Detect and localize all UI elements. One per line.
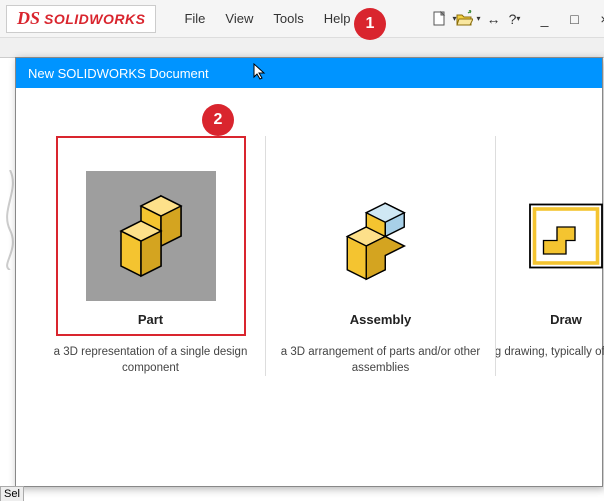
minimize-button[interactable]: _ bbox=[530, 7, 558, 31]
option-drawing[interactable]: Draw a 2D engineering drawing, typically… bbox=[496, 136, 604, 376]
option-part[interactable]: Part a 3D representation of a single des… bbox=[36, 136, 266, 376]
option-part-desc: a 3D representation of a single design c… bbox=[48, 345, 253, 376]
selection-tab[interactable]: Sel bbox=[0, 486, 24, 501]
option-drawing-title: Draw bbox=[550, 312, 582, 327]
option-part-title: Part bbox=[138, 312, 163, 327]
tutorial-callout-1: 1 bbox=[354, 8, 386, 40]
logo-brand-text: SOLIDWORKS bbox=[44, 11, 145, 27]
toolbar: ▾ ▾ ↔ bbox=[430, 9, 500, 29]
close-button[interactable]: × bbox=[590, 7, 604, 31]
menu-view[interactable]: View bbox=[215, 7, 263, 30]
help-button[interactable]: ?▾ bbox=[500, 7, 528, 31]
menu-tools[interactable]: Tools bbox=[263, 7, 313, 30]
assembly-icon bbox=[333, 189, 428, 284]
ribbon-spacer bbox=[0, 38, 604, 58]
option-assembly-desc: a 3D arrangement of parts and/or other a… bbox=[278, 345, 483, 376]
new-document-dialog: New SOLIDWORKS Document Part a 3D repres bbox=[15, 57, 603, 487]
menu-file[interactable]: File bbox=[174, 7, 215, 30]
window-controls: ?▾ _ □ × bbox=[500, 7, 604, 31]
dialog-title: New SOLIDWORKS Document bbox=[28, 66, 209, 81]
drawing-icon bbox=[521, 191, 604, 281]
dialog-body: Part a 3D representation of a single des… bbox=[16, 88, 602, 396]
cursor-icon bbox=[252, 62, 270, 80]
option-drawing-desc: a 2D engineering drawing, typically of a… bbox=[496, 345, 604, 361]
app-logo: DS SOLIDWORKS bbox=[6, 5, 156, 33]
part-icon-bg bbox=[86, 171, 216, 301]
option-assembly[interactable]: Assembly a 3D arrangement of parts and/o… bbox=[266, 136, 496, 376]
maximize-button[interactable]: □ bbox=[560, 7, 588, 31]
option-drawing-frame bbox=[516, 136, 604, 336]
app-header: DS SOLIDWORKS File View Tools Help ▾ ▾ ↔… bbox=[0, 0, 604, 38]
menu-bar: File View Tools Help bbox=[174, 7, 360, 30]
option-part-frame bbox=[56, 136, 246, 336]
new-document-button[interactable]: ▾ bbox=[430, 9, 450, 29]
logo-ds-mark: DS bbox=[17, 8, 40, 29]
option-assembly-frame bbox=[286, 136, 476, 336]
part-icon bbox=[101, 186, 201, 286]
option-assembly-title: Assembly bbox=[350, 312, 411, 327]
open-document-button[interactable]: ▾ bbox=[454, 9, 474, 29]
tutorial-callout-2: 2 bbox=[202, 104, 234, 136]
dialog-titlebar: New SOLIDWORKS Document bbox=[16, 58, 602, 88]
swap-icon: ↔ bbox=[486, 11, 500, 27]
